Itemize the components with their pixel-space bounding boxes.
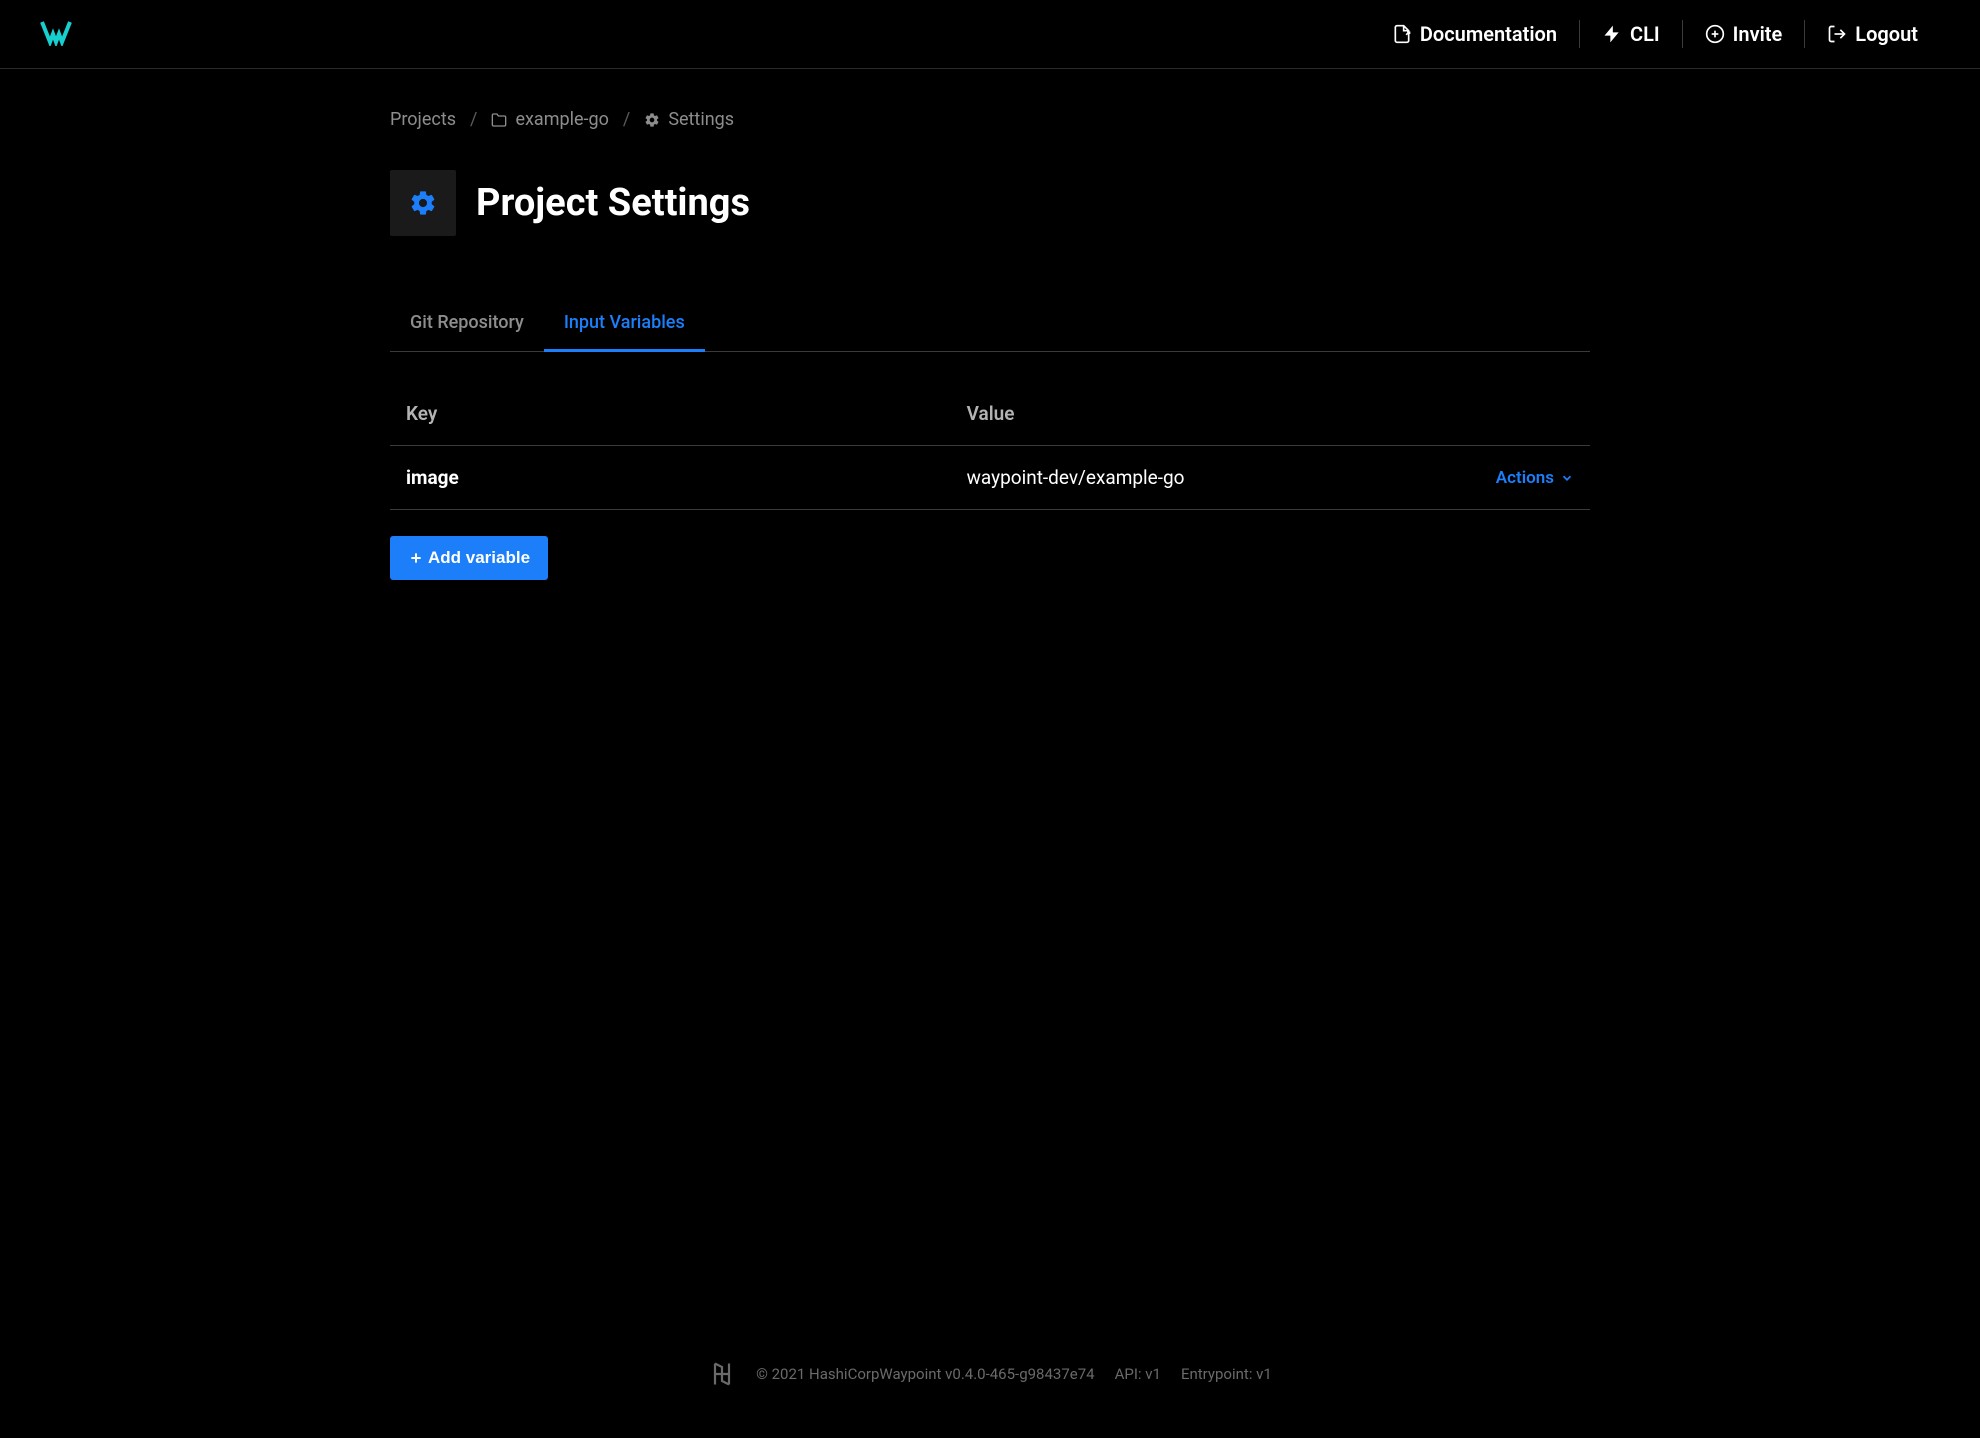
nav-cli[interactable]: CLI <box>1580 22 1682 46</box>
chevron-down-icon <box>1560 471 1574 485</box>
cell-actions: Actions <box>1454 468 1574 488</box>
nav-documentation[interactable]: Documentation <box>1370 22 1579 46</box>
breadcrumb: Projects / example-go / Settings <box>390 109 1590 130</box>
cell-value: waypoint-dev/example-go <box>967 466 1454 489</box>
nav-cli-label: CLI <box>1630 22 1660 46</box>
header: Documentation CLI Invite Logout <box>0 0 1980 69</box>
variables-table: Key Value image waypoint-dev/example-go … <box>390 382 1590 510</box>
plus-circle-icon <box>1705 24 1725 44</box>
gear-icon <box>644 112 660 128</box>
tabs: Git Repository Input Variables <box>390 296 1590 352</box>
gear-icon <box>409 189 437 217</box>
header-actions <box>1454 402 1574 425</box>
footer: © 2021 HashiCorpWaypoint v0.4.0-465-g984… <box>0 1330 1980 1438</box>
bolt-icon <box>1602 24 1622 44</box>
page-title-row: Project Settings <box>390 170 1590 236</box>
nav-invite[interactable]: Invite <box>1683 22 1805 46</box>
breadcrumb-projects[interactable]: Projects <box>390 109 456 130</box>
cell-key: image <box>406 466 967 489</box>
document-icon <box>1392 24 1412 44</box>
header-value: Value <box>967 402 1454 425</box>
nav-invite-label: Invite <box>1733 22 1783 46</box>
footer-entrypoint: Entrypoint: v1 <box>1181 1365 1272 1383</box>
tab-input-variables[interactable]: Input Variables <box>544 296 705 352</box>
tab-git-repository[interactable]: Git Repository <box>390 296 544 352</box>
breadcrumb-project[interactable]: example-go <box>491 109 608 130</box>
breadcrumb-sep: / <box>470 109 477 130</box>
add-variable-button[interactable]: Add variable <box>390 536 548 580</box>
actions-label: Actions <box>1496 468 1554 488</box>
breadcrumb-project-label: example-go <box>515 109 608 130</box>
hashicorp-icon <box>708 1360 736 1388</box>
page-icon <box>390 170 456 236</box>
logo[interactable] <box>40 18 72 50</box>
table-row: image waypoint-dev/example-go Actions <box>390 446 1590 510</box>
header-key: Key <box>406 402 967 425</box>
breadcrumb-projects-label: Projects <box>390 109 456 130</box>
folder-icon <box>491 112 507 128</box>
page-title: Project Settings <box>476 181 750 225</box>
breadcrumb-sep: / <box>623 109 630 130</box>
footer-api: API: v1 <box>1115 1365 1161 1383</box>
nav-links: Documentation CLI Invite Logout <box>1370 20 1940 48</box>
actions-dropdown[interactable]: Actions <box>1496 468 1574 488</box>
table-header-row: Key Value <box>390 382 1590 446</box>
footer-copyright: © 2021 HashiCorpWaypoint v0.4.0-465-g984… <box>756 1365 1094 1383</box>
nav-logout[interactable]: Logout <box>1805 22 1940 46</box>
main: Projects / example-go / Settings Project… <box>350 69 1630 1330</box>
add-variable-label: Add variable <box>428 548 530 568</box>
breadcrumb-settings[interactable]: Settings <box>644 109 734 130</box>
plus-icon <box>408 550 424 566</box>
nav-documentation-label: Documentation <box>1420 22 1557 46</box>
logout-icon <box>1827 24 1847 44</box>
breadcrumb-settings-label: Settings <box>668 109 734 130</box>
nav-logout-label: Logout <box>1855 22 1918 46</box>
